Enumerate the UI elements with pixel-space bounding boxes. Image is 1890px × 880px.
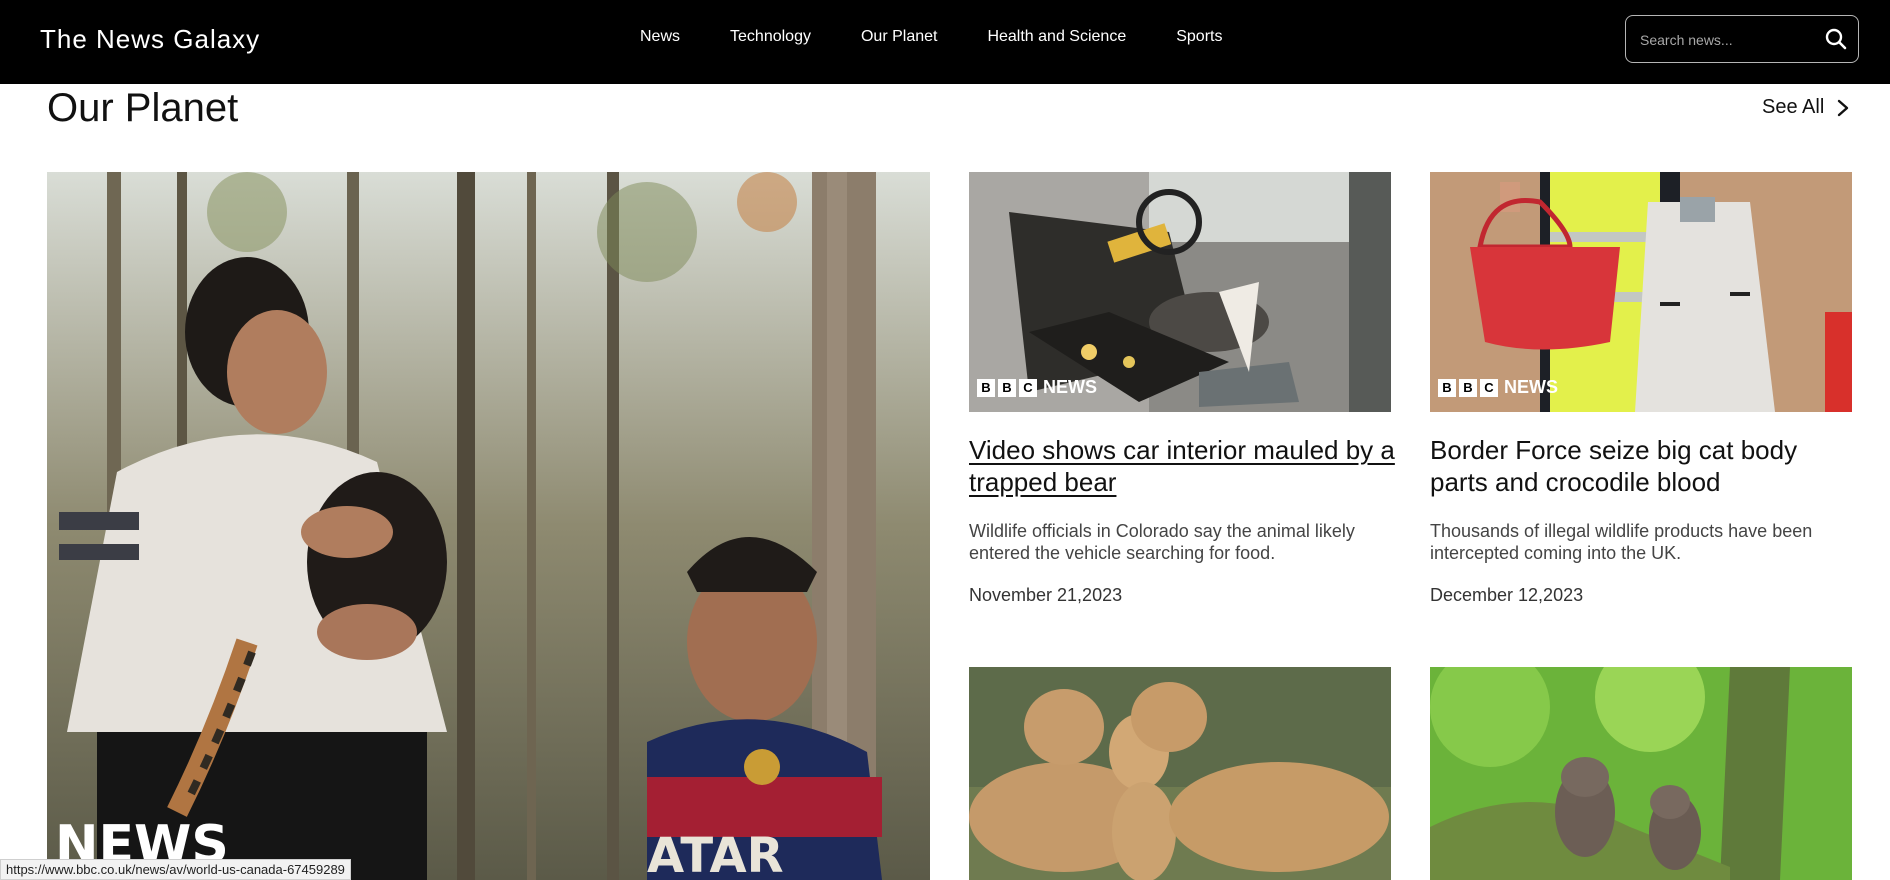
status-bar-url: https://www.bbc.co.uk/news/av/world-us-c… (0, 859, 351, 880)
main-nav: News Technology Our Planet Health and Sc… (640, 28, 1272, 46)
section-title: Our Planet (47, 86, 239, 130)
site-logo[interactable]: The News Galaxy (40, 24, 260, 55)
nav-link-news[interactable]: News (640, 28, 680, 46)
card-image-car[interactable]: BBC NEWS (969, 172, 1391, 412)
feature-photo: ATAR NEWS (47, 172, 930, 880)
search-input[interactable] (1640, 28, 1820, 52)
card-image-seizure[interactable]: BBC NEWS (1430, 172, 1852, 412)
bbc-news-badge: NEWS (1043, 377, 1097, 397)
card-description: Wildlife officials in Colorado say the a… (969, 521, 1355, 563)
nav-link-our-planet[interactable]: Our Planet (861, 28, 937, 46)
svg-text:ATAR: ATAR (647, 828, 784, 880)
card-image-lions[interactable] (969, 667, 1391, 880)
search-box (1625, 15, 1859, 63)
nav-link-health-science[interactable]: Health and Science (987, 28, 1126, 46)
bbc-news-badge: NEWS (1504, 377, 1558, 397)
search-icon[interactable] (1824, 27, 1848, 51)
card-image-owls[interactable] (1430, 667, 1852, 880)
lions-photo (969, 667, 1391, 880)
card-title-border-force[interactable]: Border Force seize big cat body parts an… (1430, 434, 1860, 498)
card-date: December 12,2023 (1430, 585, 1584, 605)
card-date: November 21,2023 (969, 585, 1123, 605)
card-description: Thousands of illegal wildlife products h… (1430, 521, 1813, 563)
car-interior-photo (969, 172, 1391, 412)
owls-photo (1430, 667, 1852, 880)
nav-link-sports[interactable]: Sports (1176, 28, 1222, 46)
top-nav-bar: The News Galaxy News Technology Our Plan… (0, 0, 1890, 84)
bbc-news-logo: BBC NEWS (977, 377, 1097, 398)
card-title-car-bear[interactable]: Video shows car interior mauled by a tra… (969, 434, 1399, 498)
feature-story-image[interactable]: ATAR NEWS (47, 172, 930, 880)
chevron-right-icon (1838, 99, 1849, 116)
see-all-link[interactable]: See All (1762, 96, 1850, 119)
see-all-label: See All (1762, 96, 1825, 118)
nav-link-technology[interactable]: Technology (730, 28, 811, 46)
seized-goods-photo (1430, 172, 1852, 412)
bbc-news-logo: BBC NEWS (1438, 377, 1558, 398)
